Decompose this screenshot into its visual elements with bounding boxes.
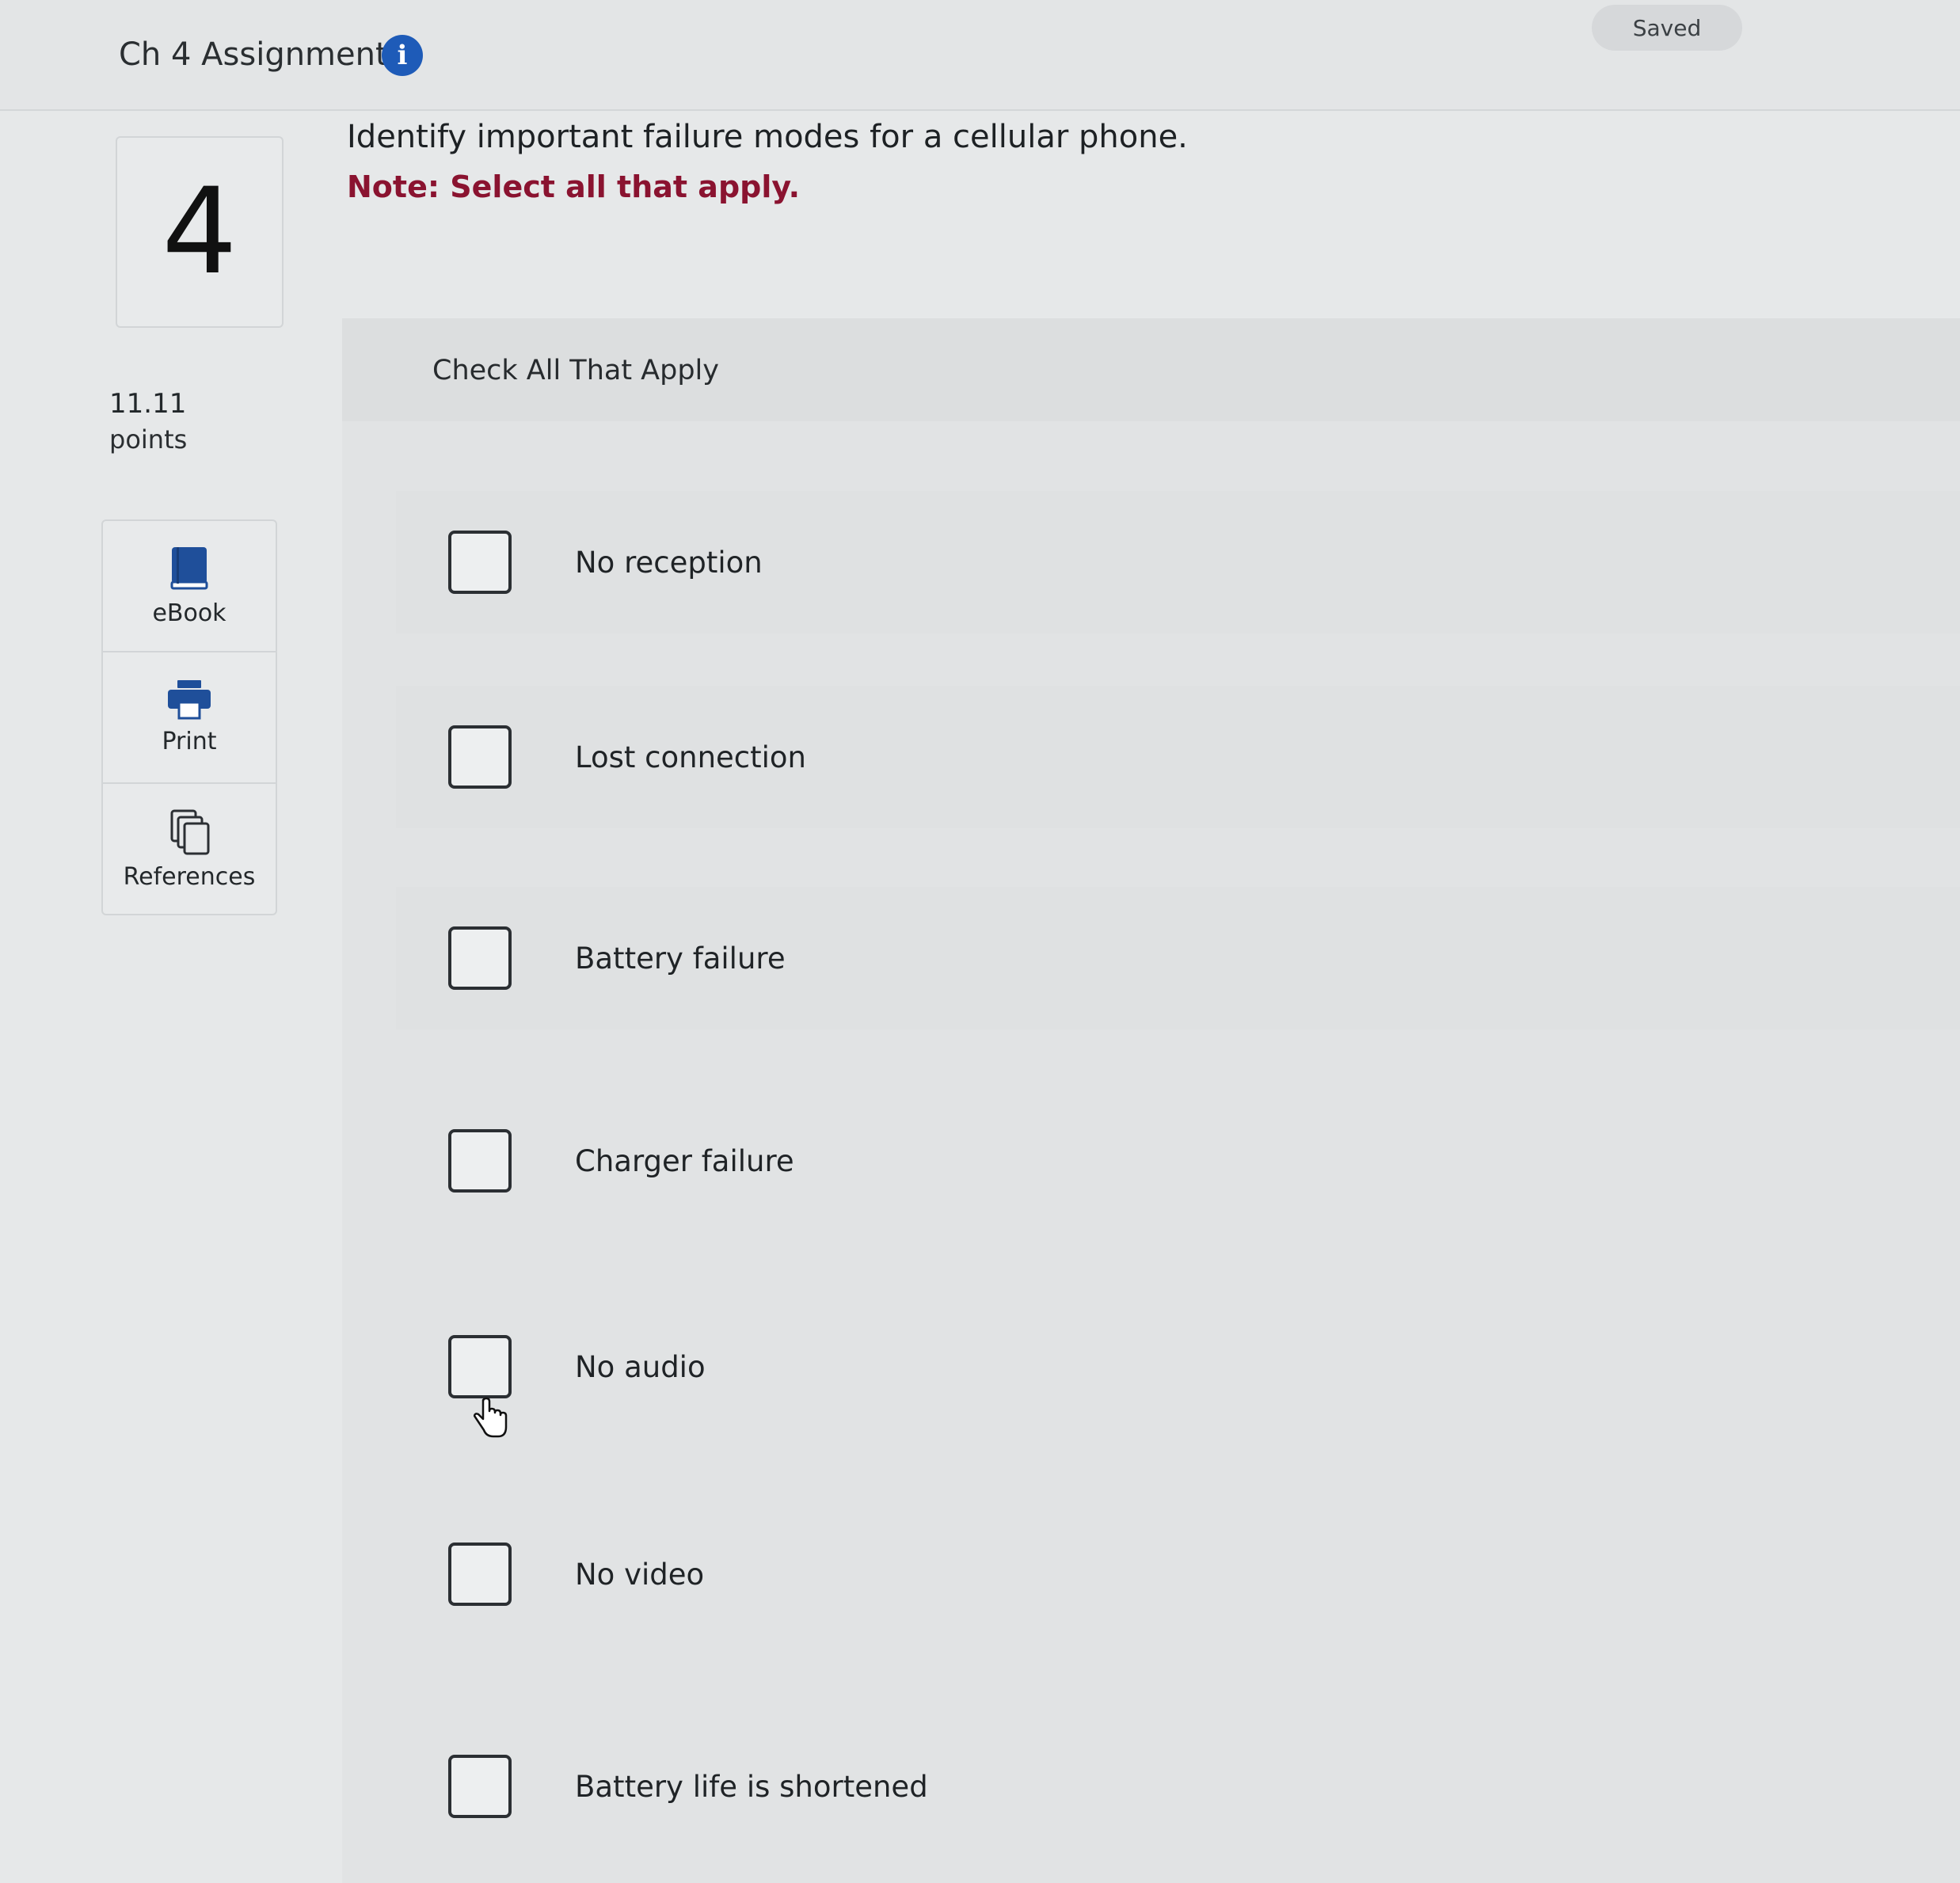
book-icon xyxy=(170,546,208,589)
assignment-page: Ch 4 Assignment i Saved 4 11.11 points e… xyxy=(0,0,1960,1883)
answer-option[interactable]: Charger failure xyxy=(396,1090,1960,1232)
question-number: 4 xyxy=(162,163,238,301)
option-checkbox[interactable] xyxy=(448,1335,512,1398)
answer-option[interactable]: No reception xyxy=(396,491,1960,633)
option-checkbox[interactable] xyxy=(448,725,512,789)
option-checkbox[interactable] xyxy=(448,926,512,990)
assignment-title: Ch 4 Assignment xyxy=(119,36,388,73)
references-label: References xyxy=(123,862,256,891)
answer-option[interactable]: Battery life is shortened xyxy=(396,1715,1960,1858)
option-label: Battery life is shortened xyxy=(575,1769,928,1804)
answer-option[interactable]: No video xyxy=(396,1503,1960,1645)
printer-icon xyxy=(168,679,211,719)
question-number-box: 4 xyxy=(116,136,284,328)
option-checkbox[interactable] xyxy=(448,1755,512,1818)
info-icon[interactable]: i xyxy=(382,35,423,76)
print-label: Print xyxy=(162,727,217,755)
option-checkbox[interactable] xyxy=(448,1129,512,1193)
option-checkbox[interactable] xyxy=(448,1543,512,1606)
hand-cursor-icon xyxy=(474,1397,508,1438)
answer-option[interactable]: Battery failure xyxy=(396,887,1960,1029)
tools-panel: eBook Print References xyxy=(101,519,277,915)
saved-status-badge: Saved xyxy=(1592,5,1742,51)
assignment-header: Ch 4 Assignment i Saved xyxy=(0,0,1960,111)
option-checkbox[interactable] xyxy=(448,531,512,594)
question-prompt: Identify important failure modes for a c… xyxy=(347,119,1188,155)
points-label: points xyxy=(109,424,188,455)
option-label: No video xyxy=(575,1557,705,1592)
copy-icon xyxy=(170,809,210,854)
ebook-label: eBook xyxy=(152,599,226,627)
question-note: Note: Select all that apply. xyxy=(347,169,801,204)
option-label: Battery failure xyxy=(575,941,786,976)
option-label: No reception xyxy=(575,545,763,580)
instruction-label: Check All That Apply xyxy=(432,355,719,386)
points-value: 11.11 xyxy=(109,388,187,420)
option-label: Lost connection xyxy=(575,740,807,774)
print-button[interactable]: Print xyxy=(103,652,276,784)
answer-option[interactable]: No audio xyxy=(396,1295,1960,1438)
option-label: No audio xyxy=(575,1349,706,1384)
option-label: Charger failure xyxy=(575,1143,794,1178)
ebook-button[interactable]: eBook xyxy=(103,521,276,652)
answer-option[interactable]: Lost connection xyxy=(396,686,1960,828)
references-button[interactable]: References xyxy=(103,784,276,915)
